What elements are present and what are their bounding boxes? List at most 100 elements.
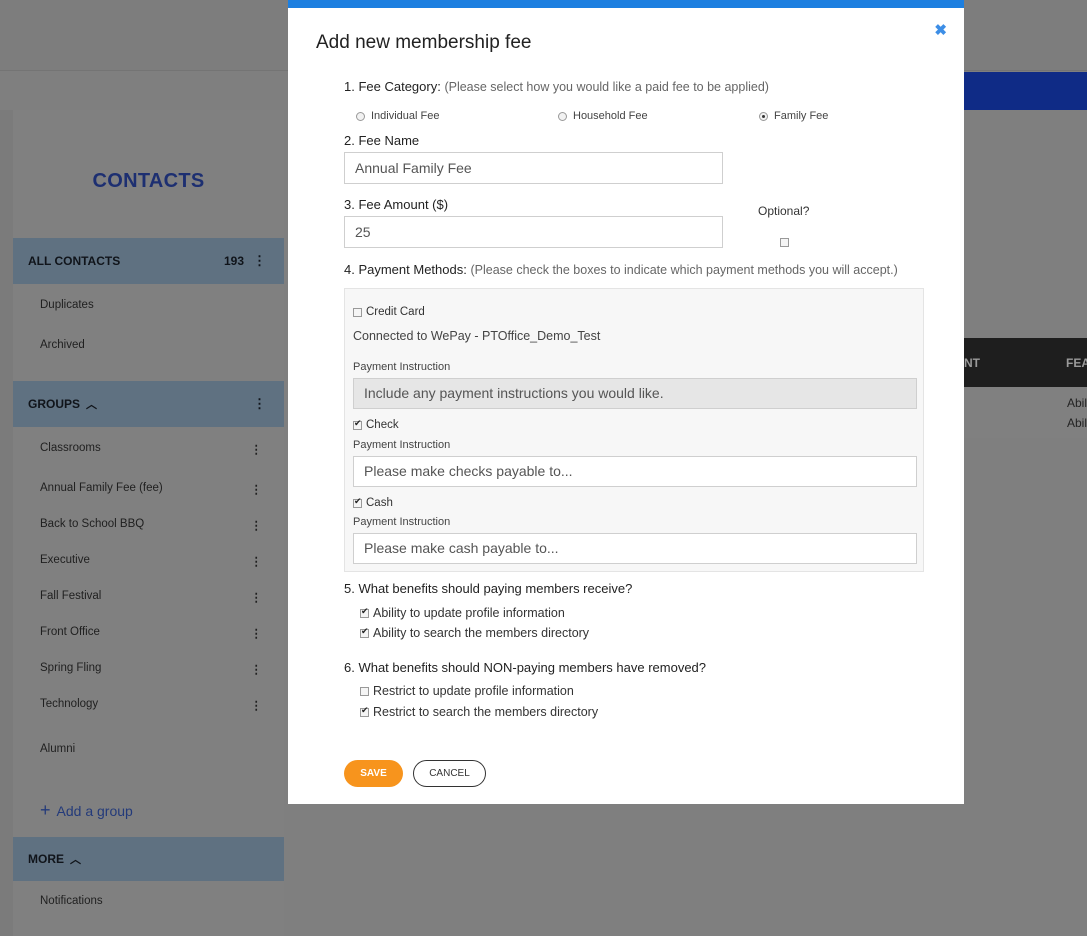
contacts-sidebar: CONTACTS ALL CONTACTS 193 ⋮ Duplicates A… (13, 110, 284, 936)
table-cell: Abil (1067, 396, 1087, 410)
kebab-menu-icon[interactable]: ⋮ (251, 626, 263, 640)
kebab-menu-icon[interactable]: ⋮ (251, 518, 263, 532)
check-instruction-input[interactable]: Please make checks payable to... (353, 456, 917, 487)
restrict-search-directory[interactable]: Restrict to search the members directory (360, 705, 598, 719)
sidebar-group-item[interactable]: Front Office ⋮ (40, 626, 270, 640)
groups-label: GROUPS (28, 397, 81, 411)
group-label: Fall Festival (40, 590, 102, 602)
radio-individual-fee[interactable]: Individual Fee (356, 110, 440, 122)
app-blue-banner (964, 72, 1087, 110)
group-label: Spring Fling (40, 662, 102, 674)
radio-button[interactable] (558, 111, 567, 121)
cash-option[interactable]: Cash (353, 496, 393, 509)
restriction-checkbox[interactable] (360, 705, 369, 717)
optional-label: Optional? (758, 204, 810, 218)
add-group-label: Add a group (56, 803, 133, 819)
wepay-connection-status: Connected to WePay - PTOffice_Demo_Test (353, 329, 601, 343)
sidebar-group-item[interactable]: Technology ⋮ (40, 698, 270, 712)
fee-category-hint: (Please select how you would like a paid… (444, 80, 769, 94)
fee-category-question: 1. Fee Category: (Please select how you … (344, 79, 769, 94)
credit-card-option[interactable]: Credit Card (353, 306, 425, 318)
payment-methods-panel: Credit Card Connected to WePay - PTOffic… (344, 288, 924, 572)
radio-button-selected[interactable] (759, 111, 768, 121)
radio-household-fee[interactable]: Household Fee (558, 110, 648, 122)
kebab-menu-icon[interactable]: ⋮ (253, 396, 266, 412)
group-label: Front Office (40, 626, 100, 638)
check-label: Check (366, 419, 399, 431)
sidebar-groups-header[interactable]: GROUPS ︿ ⋮ (13, 381, 284, 427)
save-button[interactable]: SAVE (344, 760, 403, 787)
table-cell: Abil (1067, 416, 1087, 430)
add-membership-fee-modal: Add new membership fee ✖ 1. Fee Category… (288, 0, 964, 804)
table-header-cell: NT (964, 356, 980, 370)
sidebar-group-item[interactable]: Spring Fling ⋮ (40, 662, 270, 676)
payment-methods-label: 4. Payment Methods: (344, 262, 467, 277)
kebab-menu-icon[interactable]: ⋮ (251, 662, 263, 676)
sidebar-item-alumni[interactable]: Alumni (40, 743, 270, 755)
benefit-label: Ability to update profile information (373, 606, 565, 620)
table-body: Abil Abil (964, 387, 1087, 438)
all-contacts-label: ALL CONTACTS (28, 254, 121, 268)
radio-family-fee[interactable]: Family Fee (759, 110, 828, 122)
radio-label: Family Fee (774, 110, 829, 122)
kebab-menu-icon[interactable]: ⋮ (251, 482, 263, 496)
benefit-checkbox[interactable] (360, 606, 369, 618)
paying-benefits-label: 5. What benefits should paying members r… (344, 581, 633, 596)
kebab-menu-icon[interactable]: ⋮ (251, 698, 263, 712)
sidebar-group-item[interactable]: Classrooms ⋮ (40, 442, 270, 456)
table-header: NT FEA (964, 338, 1087, 387)
payment-methods-hint: (Please check the boxes to indicate whic… (470, 263, 898, 277)
sidebar-title: CONTACTS (92, 170, 205, 192)
sidebar-more-header[interactable]: MORE ︿ (13, 837, 284, 881)
credit-card-checkbox[interactable] (353, 307, 362, 317)
fee-amount-label: 3. Fee Amount ($) (344, 197, 449, 212)
radio-label: Individual Fee (371, 110, 440, 122)
more-label: MORE (28, 852, 64, 866)
optional-checkbox[interactable] (780, 238, 789, 247)
modal-title: Add new membership fee (316, 32, 532, 53)
credit-card-label: Credit Card (366, 306, 425, 318)
group-label: Back to School BBQ (40, 518, 145, 530)
check-option[interactable]: Check (353, 418, 399, 431)
sidebar-item-notifications[interactable]: Notifications (40, 895, 270, 907)
kebab-menu-icon[interactable]: ⋮ (251, 554, 263, 568)
group-label: Technology (40, 698, 99, 710)
chevron-up-icon[interactable]: ︿ (86, 396, 97, 412)
benefit-checkbox[interactable] (360, 626, 369, 638)
restriction-label: Restrict to update profile information (373, 684, 574, 698)
sidebar-group-item[interactable]: Executive ⋮ (40, 554, 270, 568)
sidebar-all-contacts[interactable]: ALL CONTACTS 193 ⋮ (13, 238, 284, 284)
restriction-label: Restrict to search the members directory (373, 705, 599, 719)
cancel-button[interactable]: CANCEL (413, 760, 486, 787)
group-label: Executive (40, 554, 90, 566)
sidebar-item-duplicates[interactable]: Duplicates (40, 299, 270, 311)
cash-label: Cash (366, 497, 393, 509)
sidebar-group-item[interactable]: Annual Family Fee (fee) ⋮ (40, 482, 270, 496)
sidebar-group-item[interactable]: Back to School BBQ ⋮ (40, 518, 270, 532)
add-group-link[interactable]: + Add a group (40, 800, 133, 821)
kebab-menu-icon[interactable]: ⋮ (251, 590, 263, 604)
sidebar-item-archived[interactable]: Archived (40, 339, 270, 351)
kebab-menu-icon[interactable]: ⋮ (253, 253, 266, 269)
benefit-search-directory[interactable]: Ability to search the members directory (360, 626, 589, 640)
kebab-menu-icon[interactable]: ⋮ (251, 442, 263, 456)
sidebar-group-item[interactable]: Fall Festival ⋮ (40, 590, 270, 604)
restriction-checkbox[interactable] (360, 686, 369, 696)
radio-button[interactable] (356, 111, 365, 121)
plus-icon: + (40, 800, 51, 820)
cash-instruction-input[interactable]: Please make cash payable to... (353, 533, 917, 564)
check-instruction-label: Payment Instruction (353, 439, 451, 451)
check-checkbox[interactable] (353, 418, 362, 430)
credit-card-instruction-input[interactable]: Include any payment instructions you wou… (353, 378, 917, 409)
group-label: Classrooms (40, 442, 101, 454)
fee-name-input[interactable]: Annual Family Fee (344, 152, 723, 184)
fee-amount-input[interactable]: 25 (344, 216, 723, 248)
benefit-update-profile[interactable]: Ability to update profile information (360, 606, 565, 620)
cash-checkbox[interactable] (353, 496, 362, 508)
cash-instruction-label: Payment Instruction (353, 516, 451, 528)
chevron-up-icon[interactable]: ︿ (70, 851, 81, 867)
sidebar-gutter (0, 110, 13, 936)
close-icon[interactable]: ✖ (934, 21, 947, 39)
radio-label: Household Fee (573, 110, 648, 122)
restrict-update-profile[interactable]: Restrict to update profile information (360, 684, 574, 698)
